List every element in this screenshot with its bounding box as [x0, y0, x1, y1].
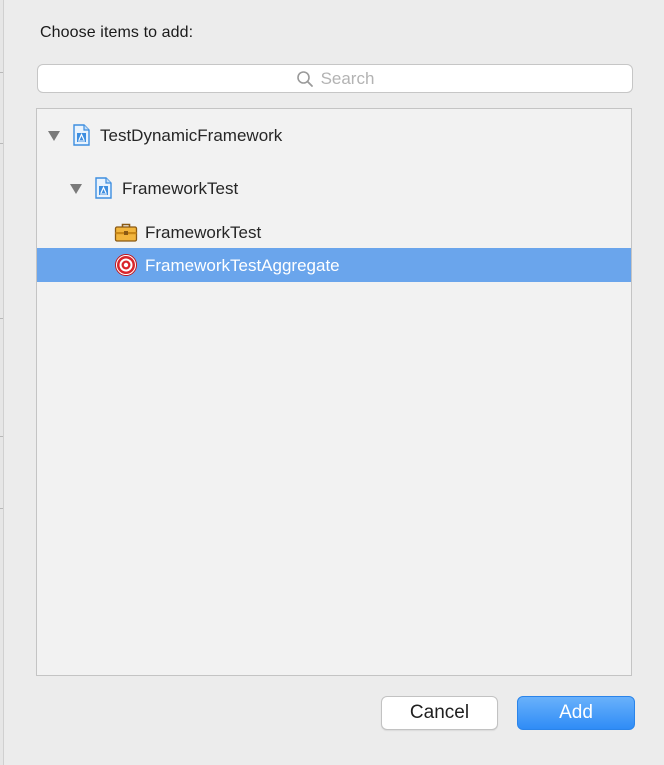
- tree-row-label: FrameworkTest: [122, 179, 239, 198]
- project-file-icon: [73, 124, 90, 146]
- framework-toolbox-icon: [114, 223, 138, 242]
- tree-row-label: FrameworkTest: [145, 223, 262, 242]
- disclosure-triangle-icon[interactable]: [48, 131, 60, 141]
- tree-row-framework-target[interactable]: FrameworkTest: [37, 215, 631, 249]
- edge-separator: [0, 508, 3, 509]
- search-icon: [296, 70, 313, 87]
- add-button[interactable]: Add: [517, 696, 635, 730]
- edge-separator: [0, 436, 3, 437]
- tree-row-project[interactable]: TestDynamicFramework: [37, 118, 631, 152]
- edge-separator: [0, 318, 3, 319]
- search-placeholder[interactable]: Search: [321, 69, 375, 89]
- items-outline-view[interactable]: TestDynamicFramework FrameworkTest Frame: [36, 108, 632, 676]
- project-file-icon: [95, 177, 112, 199]
- edge-separator: [0, 72, 3, 73]
- disclosure-triangle-icon[interactable]: [70, 184, 82, 194]
- aggregate-target-icon: [115, 254, 137, 276]
- cancel-button[interactable]: Cancel: [381, 696, 498, 730]
- search-field[interactable]: Search: [37, 64, 633, 93]
- tree-row-aggregate-target[interactable]: FrameworkTestAggregate: [37, 248, 631, 282]
- edge-separator: [0, 143, 3, 144]
- dialog-prompt: Choose items to add:: [40, 24, 194, 41]
- tree-row-subproject[interactable]: FrameworkTest: [37, 171, 631, 205]
- tree-row-label: TestDynamicFramework: [100, 126, 283, 145]
- tree-row-label: FrameworkTestAggregate: [145, 256, 340, 275]
- add-items-sheet: Choose items to add: Search TestDynamicF…: [4, 0, 664, 765]
